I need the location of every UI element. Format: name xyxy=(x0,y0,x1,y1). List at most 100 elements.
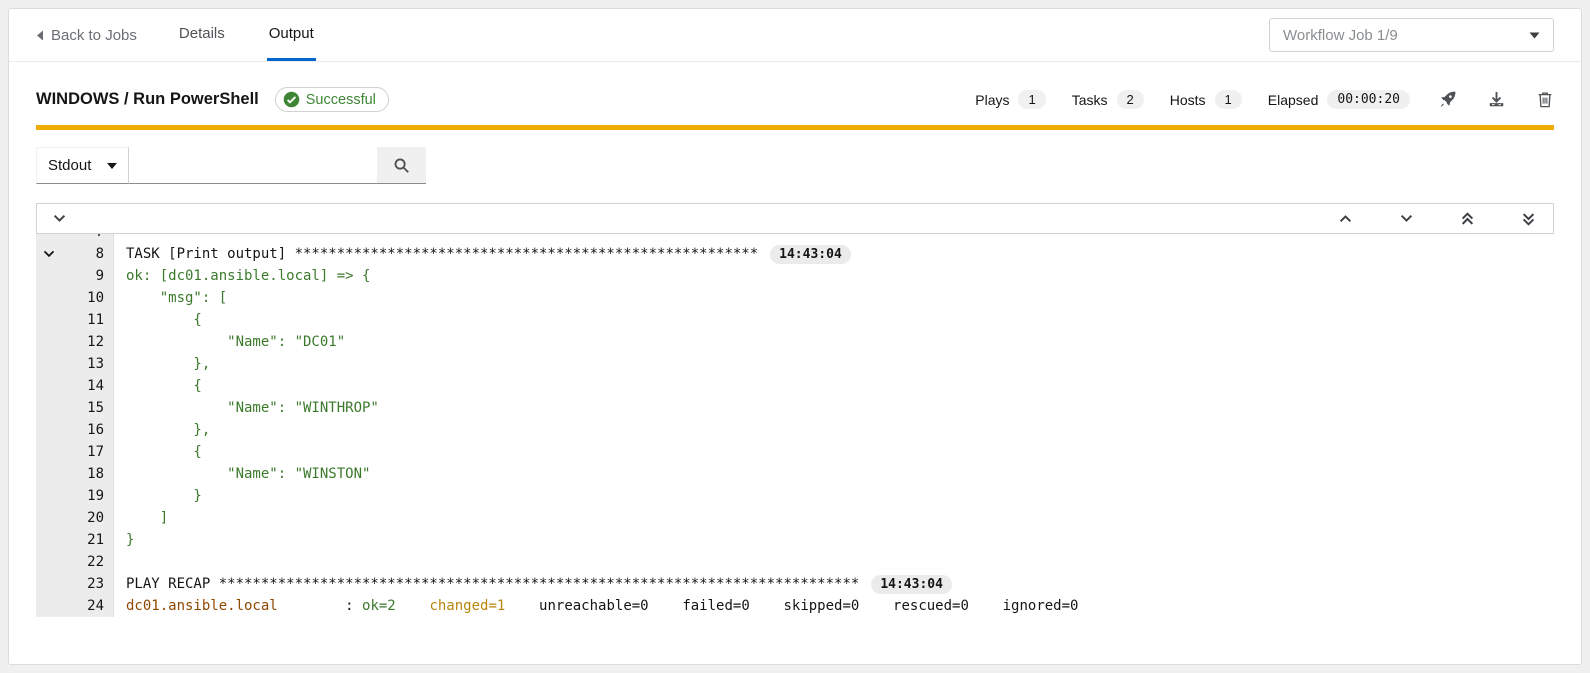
console-row[interactable]: 14 { xyxy=(36,375,1554,397)
line-content: }, xyxy=(114,353,1554,375)
stat-plays: Plays 1 xyxy=(975,90,1045,109)
line-content: } xyxy=(114,485,1554,507)
search-button[interactable] xyxy=(377,147,426,184)
line-gutter: 19 xyxy=(36,485,114,507)
tab-bar: Back to Jobs Details Output Workflow Job… xyxy=(9,9,1581,62)
line-gutter: 13 xyxy=(36,353,114,375)
line-gutter: 7 xyxy=(36,234,114,243)
caret-down-icon xyxy=(107,163,117,169)
console-row[interactable]: 11 { xyxy=(36,309,1554,331)
line-content: { xyxy=(114,375,1554,397)
line-gutter: 17 xyxy=(36,441,114,463)
check-circle-icon xyxy=(283,91,300,108)
line-content: } xyxy=(114,529,1554,551)
stat-elapsed-time: 00:00:20 xyxy=(1327,90,1410,109)
console-row[interactable]: 24dc01.ansible.local : ok=2 changed=1 un… xyxy=(36,595,1554,617)
console-row[interactable]: 18 "Name": "WINSTON" xyxy=(36,463,1554,485)
line-content: { xyxy=(114,441,1554,463)
console-text-segment: { xyxy=(126,312,202,328)
console-row[interactable]: 8TASK [Print output] *******************… xyxy=(36,243,1554,265)
tab-output[interactable]: Output xyxy=(267,9,316,61)
console-row[interactable]: 17 { xyxy=(36,441,1554,463)
line-number: 23 xyxy=(62,573,113,595)
line-gutter: 21 xyxy=(36,529,114,551)
search-input[interactable] xyxy=(129,147,377,184)
download-output-button[interactable] xyxy=(1487,90,1506,109)
workflow-job-select[interactable]: Workflow Job 1/9 xyxy=(1269,18,1554,52)
console-row[interactable]: 10 "msg": [ xyxy=(36,287,1554,309)
line-content xyxy=(114,234,1554,243)
line-gutter: 18 xyxy=(36,463,114,485)
console-row[interactable]: 13 }, xyxy=(36,353,1554,375)
console-text-segment: : xyxy=(278,598,362,614)
scroll-down-button[interactable] xyxy=(1400,214,1413,223)
console-row[interactable]: 20 ] xyxy=(36,507,1554,529)
console-row[interactable]: 21} xyxy=(36,529,1554,551)
relaunch-button[interactable] xyxy=(1438,90,1457,109)
scroll-to-bottom-button[interactable] xyxy=(1522,212,1535,226)
line-number: 14 xyxy=(62,375,113,397)
line-number: 19 xyxy=(62,485,113,507)
timestamp-badge: 14:43:04 xyxy=(770,245,851,264)
line-content: PLAY RECAP *****************************… xyxy=(114,573,1554,595)
back-to-jobs-link[interactable]: Back to Jobs xyxy=(36,9,137,61)
status-badge-label: Successful xyxy=(306,92,376,108)
console-row[interactable]: 19 } xyxy=(36,485,1554,507)
job-output-card: Back to Jobs Details Output Workflow Job… xyxy=(8,8,1582,665)
trash-icon xyxy=(1536,90,1554,109)
console-row[interactable]: 12 "Name": "DC01" xyxy=(36,331,1554,353)
console-row[interactable]: 9ok: [dc01.ansible.local] => { xyxy=(36,265,1554,287)
console-text-segment: unreachable=0 failed=0 skipped=0 rescued… xyxy=(505,598,1078,614)
console-text-segment: "Name": "DC01" xyxy=(126,334,345,350)
tab-details[interactable]: Details xyxy=(177,9,227,61)
search-field-select[interactable]: Stdout xyxy=(36,147,129,184)
line-content: }, xyxy=(114,419,1554,441)
console-text-segment: changed=1 xyxy=(429,598,505,614)
line-content: { xyxy=(114,309,1554,331)
console-text-segment: { xyxy=(126,378,202,394)
line-number: 13 xyxy=(62,353,113,375)
console-text-segment: "Name": "WINSTON" xyxy=(126,466,370,482)
console-text-segment: }, xyxy=(126,356,210,372)
line-gutter: 14 xyxy=(36,375,114,397)
scroll-to-top-button[interactable] xyxy=(1461,212,1474,226)
console-toolbar xyxy=(36,203,1554,234)
line-number: 9 xyxy=(62,265,113,287)
chevron-down-icon[interactable] xyxy=(36,250,62,258)
double-chevron-down-icon xyxy=(1522,212,1535,226)
line-number: 12 xyxy=(62,331,113,353)
line-gutter: 8 xyxy=(36,243,114,265)
job-header: WINDOWS / Run PowerShell Successful Play… xyxy=(9,62,1581,125)
job-stats: Plays 1 Tasks 2 Hosts 1 Elapsed 00:00:20 xyxy=(975,90,1410,109)
page-title: WINDOWS / Run PowerShell xyxy=(36,90,259,109)
console-row[interactable]: 7 xyxy=(36,234,1554,243)
rocket-icon xyxy=(1438,90,1457,109)
console-rows: 78TASK [Print output] ******************… xyxy=(36,234,1554,617)
console-row[interactable]: 22 xyxy=(36,551,1554,573)
console-row[interactable]: 23PLAY RECAP ***************************… xyxy=(36,573,1554,595)
stat-tasks-count: 2 xyxy=(1117,90,1144,109)
delete-job-button[interactable] xyxy=(1536,90,1554,109)
line-content: "msg": [ xyxy=(114,287,1554,309)
chevron-down-icon xyxy=(1400,214,1413,223)
line-gutter: 22 xyxy=(36,551,114,573)
console-text-segment: dc01.ansible.local xyxy=(126,598,278,614)
stat-plays-count: 1 xyxy=(1018,90,1045,109)
line-content: ] xyxy=(114,507,1554,529)
collapse-all-button[interactable] xyxy=(53,214,66,223)
line-gutter: 10 xyxy=(36,287,114,309)
console-row[interactable]: 15 "Name": "WINTHROP" xyxy=(36,397,1554,419)
line-content: "Name": "WINTHROP" xyxy=(114,397,1554,419)
job-actions xyxy=(1438,90,1554,109)
scroll-up-button[interactable] xyxy=(1339,214,1352,223)
line-gutter: 11 xyxy=(36,309,114,331)
console-text-segment xyxy=(396,598,430,614)
line-content: dc01.ansible.local : ok=2 changed=1 unre… xyxy=(114,595,1554,617)
line-content: "Name": "WINSTON" xyxy=(114,463,1554,485)
line-number: 11 xyxy=(62,309,113,331)
console-row[interactable]: 16 }, xyxy=(36,419,1554,441)
stat-tasks: Tasks 2 xyxy=(1072,90,1144,109)
line-gutter: 15 xyxy=(36,397,114,419)
console-text-segment: "Name": "WINTHROP" xyxy=(126,400,379,416)
output-console: 78TASK [Print output] ******************… xyxy=(36,203,1554,617)
